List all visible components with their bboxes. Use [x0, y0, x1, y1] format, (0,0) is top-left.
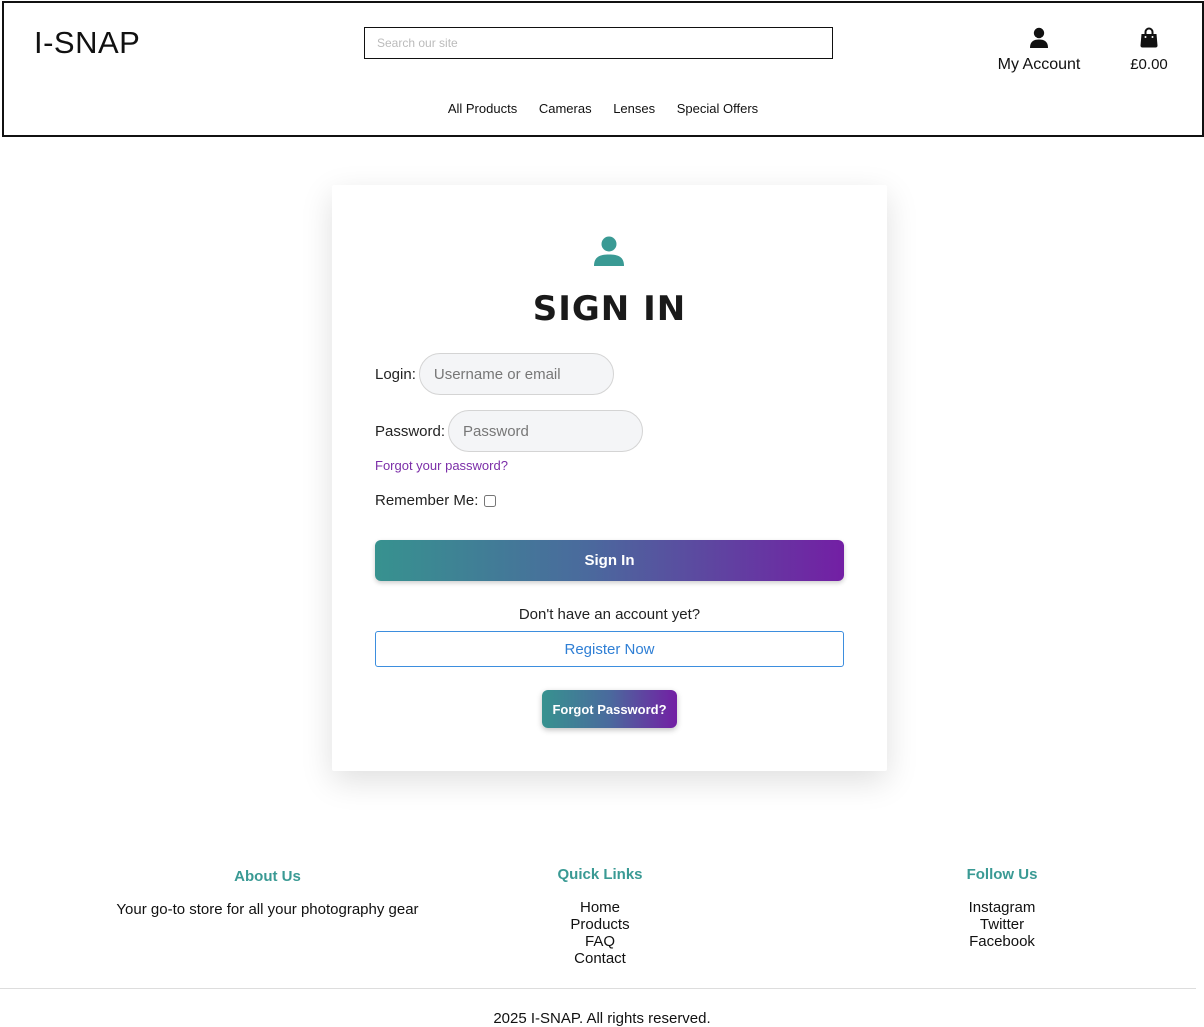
remember-label: Remember Me:	[375, 492, 479, 509]
login-row: Login:	[375, 353, 614, 395]
login-input[interactable]	[418, 353, 614, 395]
remember-checkbox[interactable]	[484, 494, 497, 507]
footer-link-instagram[interactable]: Instagram	[922, 899, 1082, 916]
footer-link-twitter[interactable]: Twitter	[922, 916, 1082, 933]
nav-all-products[interactable]: All Products	[448, 101, 517, 116]
remember-row: Remember Me:	[375, 492, 497, 509]
copyright: 2025 I-SNAP. All rights reserved.	[493, 1010, 711, 1027]
page-title: SIGN IN	[532, 289, 687, 329]
forgot-password-link[interactable]: Forgot your password?	[375, 458, 508, 473]
forgot-password-button[interactable]: Forgot Password?	[542, 690, 677, 728]
footer-link-facebook[interactable]: Facebook	[922, 933, 1082, 950]
cart-link[interactable]: £0.00	[1119, 27, 1179, 73]
main-nav: All Products Cameras Lenses Special Offe…	[4, 101, 1202, 116]
password-label: Password:	[375, 422, 446, 440]
nav-special-offers[interactable]: Special Offers	[677, 101, 758, 116]
password-input[interactable]	[448, 410, 644, 452]
nav-lenses[interactable]: Lenses	[613, 101, 655, 116]
my-account-label: My Account	[997, 56, 1081, 73]
my-account-link[interactable]: My Account	[994, 27, 1084, 74]
password-row: Password:	[375, 410, 644, 452]
site-header: I-SNAP My Account £0.00 All Products Cam…	[2, 1, 1204, 137]
search-input[interactable]	[364, 27, 833, 59]
footer-link-faq[interactable]: FAQ	[520, 933, 680, 950]
signin-card: SIGN IN Login: Password: Forgot your pas…	[332, 185, 887, 771]
footer-link-home[interactable]: Home	[520, 899, 680, 916]
footer-quick-links: Quick Links Home Products FAQ Contact	[520, 866, 680, 967]
cart-total: £0.00	[1130, 56, 1168, 73]
footer-quick-links-heading: Quick Links	[557, 866, 643, 883]
footer-about: About Us Your go-to store for all your p…	[90, 868, 445, 918]
logo-text: I-SNAP	[34, 25, 141, 60]
sign-in-button[interactable]: Sign In	[375, 540, 844, 581]
user-icon	[1029, 27, 1049, 53]
footer-follow-heading: Follow Us	[966, 866, 1038, 883]
shopping-bag-icon	[1139, 27, 1159, 52]
login-label: Login:	[375, 365, 416, 383]
site-logo[interactable]: I-SNAP	[34, 25, 140, 61]
footer-follow: Follow Us Instagram Twitter Facebook	[922, 866, 1082, 950]
footer-about-heading: About Us	[234, 868, 301, 885]
user-icon	[593, 235, 625, 272]
footer-divider	[0, 988, 1196, 989]
footer-about-text: Your go-to store for all your photograph…	[116, 901, 419, 918]
no-account-text: Don't have an account yet?	[518, 606, 701, 623]
footer-link-products[interactable]: Products	[520, 916, 680, 933]
nav-cameras[interactable]: Cameras	[539, 101, 592, 116]
register-button[interactable]: Register Now	[375, 631, 844, 667]
footer-link-contact[interactable]: Contact	[520, 950, 680, 967]
